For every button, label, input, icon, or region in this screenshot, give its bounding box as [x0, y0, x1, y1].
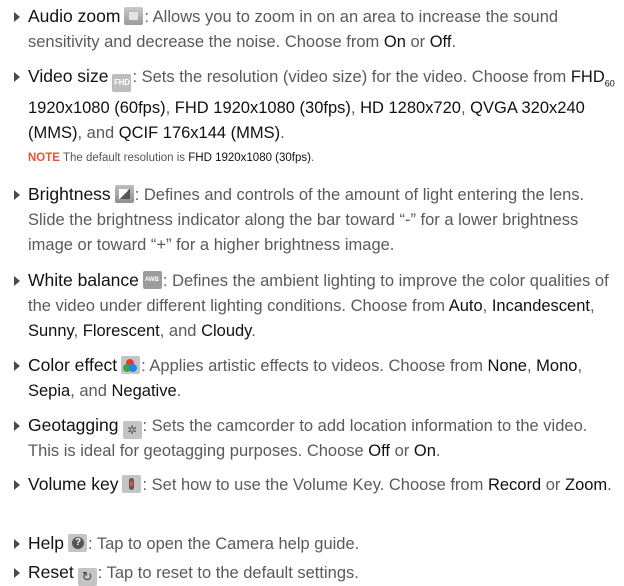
note-end: .: [310, 152, 315, 164]
option-value: Zoom: [564, 476, 608, 494]
desc-text: or: [390, 442, 414, 460]
desc-text: , and: [70, 382, 112, 400]
option-value: FHD: [570, 68, 605, 86]
desc-text: .: [176, 382, 182, 400]
bullet-triangle-icon: [14, 276, 20, 286]
desc-text: , and: [77, 124, 119, 143]
desc-text: ,: [577, 357, 583, 375]
option-value: Cloudy: [201, 322, 252, 340]
white-balance-icon: [142, 271, 162, 289]
note: NOTE The default resolution is FHD 1920x…: [28, 152, 314, 164]
bullet-triangle-icon: [14, 190, 20, 200]
bullet-triangle-icon: [14, 480, 20, 490]
item-text: Brightness: Defines and controls of the …: [28, 182, 618, 258]
item-text: Help : Tap to open the Camera help guide.: [28, 531, 618, 557]
option-value: Record: [487, 476, 542, 494]
item-term: Brightness: [28, 184, 111, 204]
desc-text: ,: [590, 297, 595, 315]
option-value: 1920x1080 (60fps): [28, 99, 166, 118]
item-term: Color effect: [28, 355, 118, 375]
desc-text: ,: [482, 297, 492, 315]
option-subscript: 60: [604, 78, 615, 89]
item-text: Geotagging ✲: Sets the camcorder to add l…: [28, 413, 618, 464]
desc-text: : Tap to open the Camera help guide.: [88, 535, 360, 553]
option-value: QCIF 176x144 (MMS): [118, 124, 281, 143]
option-value: Negative: [111, 382, 177, 400]
color-effect-icon: [121, 356, 141, 374]
fhd-icon: FHD: [112, 74, 132, 92]
geotagging-icon: ✲: [122, 421, 142, 439]
desc-text: or: [541, 476, 565, 494]
desc-text: ,: [73, 322, 83, 340]
bullet-triangle-icon: [14, 421, 20, 431]
brightness-icon: [114, 185, 134, 203]
option-value: On: [413, 442, 436, 460]
manual-page: Audio zoom: Allows you to zoom in on an …: [0, 0, 624, 586]
item-text: Reset ↻: Tap to reset to the default sett…: [28, 560, 618, 586]
item-text: Color effect : Applies artistic effects t…: [28, 353, 618, 404]
volume-key-icon: [122, 475, 142, 493]
desc-text: .: [251, 322, 256, 340]
desc-text: .: [451, 33, 457, 51]
item-term: Audio zoom: [28, 6, 121, 26]
item-text: Volume key : Set how to use the Volume Ke…: [28, 472, 618, 498]
desc-text: .: [280, 124, 285, 143]
desc-text: .: [435, 442, 441, 460]
option-value: Auto: [448, 297, 483, 315]
option-value: Sunny: [28, 322, 74, 340]
option-value: None: [487, 357, 527, 375]
item-text: White balance: Defines the ambient light…: [28, 268, 618, 344]
note-value: FHD 1920x1080 (30fps): [188, 152, 311, 164]
desc-text: ,: [350, 99, 361, 118]
option-value: Off: [429, 33, 452, 51]
desc-text: or: [405, 33, 430, 51]
desc-text: : Tap to reset to the default settings.: [97, 564, 359, 582]
note-text: The default resolution is: [59, 152, 189, 164]
desc-text: , and: [159, 322, 202, 340]
bullet-triangle-icon: [14, 72, 20, 82]
option-value: Off: [368, 442, 391, 460]
item-desc: : Defines and controls of the amount of …: [28, 186, 584, 254]
option-value: Florescent: [82, 322, 160, 340]
desc-text: .: [607, 476, 612, 494]
bullet-triangle-icon: [14, 539, 20, 549]
bullet-triangle-icon: [14, 568, 20, 578]
option-value: Mono: [536, 357, 578, 375]
desc-text: : Defines and controls of the amount of …: [28, 186, 585, 254]
item-term: Reset: [28, 562, 74, 582]
item-term: Video size: [28, 66, 109, 86]
item-desc: : Tap to open the Camera help guide.: [88, 535, 359, 553]
item-desc: : Tap to reset to the default settings.: [98, 564, 359, 582]
help-icon: [68, 534, 87, 552]
desc-text: : Applies artistic effects to videos. Ch…: [141, 357, 488, 375]
desc-text: ,: [460, 99, 471, 118]
item-text: Audio zoom: Allows you to zoom in on an …: [28, 4, 618, 55]
item-term: Help: [28, 533, 64, 553]
bullet-triangle-icon: [14, 12, 20, 22]
option-value: On: [383, 33, 406, 51]
option-value: Incandescent: [491, 297, 590, 315]
option-value: Sepia: [28, 382, 71, 400]
option-value: HD 1280x720: [360, 99, 461, 118]
item-term: White balance: [28, 270, 139, 290]
desc-text: : Set how to use the Volume Key. Choose …: [142, 476, 488, 494]
item-term: Geotagging: [28, 415, 119, 435]
item-term: Volume key: [28, 474, 119, 494]
item-text: Video size FHD: Sets the resolution (vide…: [28, 64, 618, 146]
desc-text: : Sets the resolution (video size) for t…: [132, 68, 571, 86]
desc-text: ,: [165, 99, 175, 118]
reset-icon: ↻: [77, 568, 97, 586]
audio-zoom-icon: [124, 7, 144, 25]
item-desc: : Set how to use the Volume Key. Choose …: [142, 476, 611, 494]
bullet-triangle-icon: [14, 361, 20, 371]
note-label: NOTE: [28, 152, 60, 164]
desc-text: ,: [526, 357, 537, 375]
option-value: FHD 1920x1080 (30fps): [174, 99, 351, 118]
